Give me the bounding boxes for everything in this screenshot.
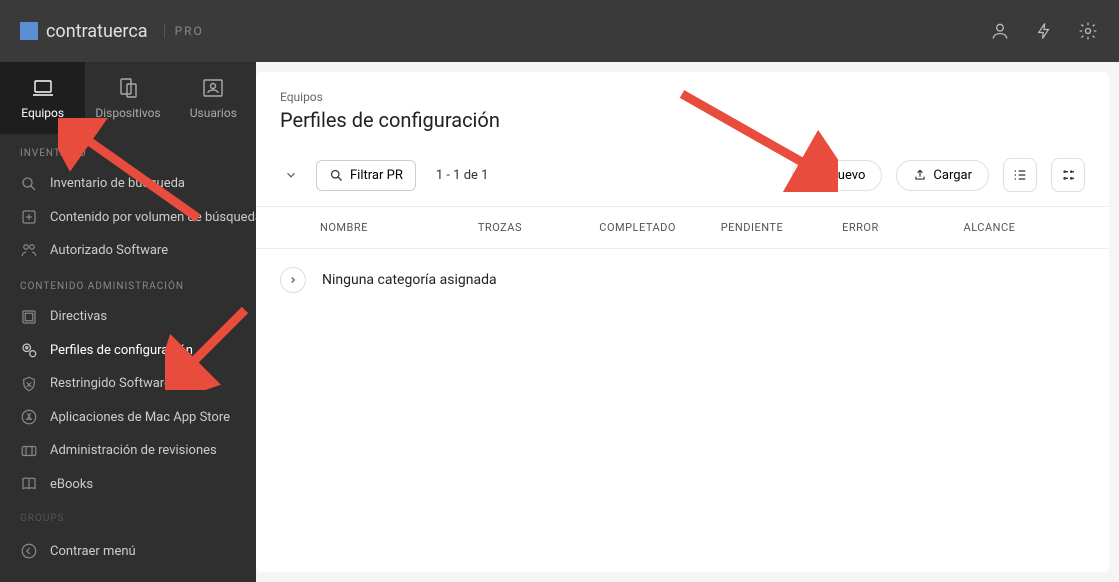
sidebar-tabs: Equipos Dispositivos Usuarios — [0, 62, 256, 134]
nav-label: Perfiles de configuración — [50, 343, 193, 358]
upload-button[interactable]: Cargar — [896, 160, 989, 191]
col-trozas[interactable]: TROZAS — [478, 221, 599, 234]
sidebar-item-contenido-volumen[interactable]: Contenido por volumen de búsqueda — [0, 200, 256, 233]
tab-label: Dispositivos — [95, 106, 160, 120]
nav-label: eBooks — [50, 477, 93, 492]
nav-label: Directivas — [50, 309, 107, 324]
grid-view-toggle[interactable] — [1051, 158, 1085, 192]
tab-usuarios[interactable]: Usuarios — [171, 62, 256, 134]
lightning-icon[interactable] — [1033, 20, 1055, 42]
sidebar-item-perfiles-configuracion[interactable]: Perfiles de configuración — [0, 334, 256, 367]
users-icon — [201, 76, 225, 100]
nav-label: Administración de revisiones — [50, 443, 217, 458]
section-header-inventario: INVENTARIO — [0, 134, 256, 167]
sidebar-item-restringido-software[interactable]: Restringido Software — [0, 367, 256, 400]
col-alcance[interactable]: ALCANCE — [964, 221, 1085, 234]
devices-icon — [116, 76, 140, 100]
nav-label: Autorizado Software — [50, 243, 168, 258]
sidebar-item-autorizado-software[interactable]: Autorizado Software — [0, 234, 256, 267]
col-completado[interactable]: COMPLETADO — [599, 221, 720, 234]
patch-icon — [20, 442, 38, 460]
brand: contratuerca PRO — [20, 21, 204, 42]
filter-label: Filtrar PR — [350, 168, 403, 183]
filter-button[interactable]: Filtrar PR — [316, 160, 416, 191]
nav-label: Restringido Software — [50, 376, 171, 391]
laptop-icon — [31, 76, 55, 100]
plus-icon — [809, 168, 823, 182]
topbar-actions — [989, 20, 1099, 42]
section-header-groups: GROUPS — [0, 501, 256, 528]
collapse-label: Contraer menú — [50, 544, 136, 559]
expand-category-button[interactable] — [280, 267, 306, 293]
upload-icon — [913, 168, 927, 182]
upload-label: Cargar — [933, 168, 972, 183]
search-icon — [329, 168, 344, 183]
package-icon — [20, 208, 38, 226]
sidebar-item-revisiones[interactable]: Administración de revisiones — [0, 434, 256, 467]
sidebar: Equipos Dispositivos Usuarios INVENTARIO… — [0, 62, 256, 582]
new-label: Nuevo — [829, 168, 866, 183]
table-header: NOMBRE TROZAS COMPLETADO PENDIENTE ERROR… — [256, 207, 1109, 249]
collapse-icon — [20, 542, 38, 560]
tab-dispositivos[interactable]: Dispositivos — [85, 62, 170, 134]
tab-label: Equipos — [21, 106, 64, 120]
breadcrumb[interactable]: Equipos — [256, 72, 1109, 108]
appstore-icon — [20, 408, 38, 426]
list-view-toggle[interactable] — [1003, 158, 1037, 192]
col-nombre[interactable]: NOMBRE — [280, 221, 478, 234]
nav-label: Aplicaciones de Mac App Store — [50, 410, 230, 425]
book-icon — [20, 475, 38, 493]
col-pendiente[interactable]: PENDIENTE — [721, 221, 842, 234]
top-bar: contratuerca PRO — [0, 0, 1119, 62]
gear-icon[interactable] — [1077, 20, 1099, 42]
category-label: Ninguna categoría asignada — [322, 272, 497, 288]
search-icon — [20, 175, 38, 193]
brand-name: contratuerca — [46, 21, 148, 42]
main-panel: Equipos Perfiles de configuración Filtra… — [256, 72, 1109, 572]
tab-equipos[interactable]: Equipos — [0, 62, 85, 134]
sidebar-item-directivas[interactable]: Directivas — [0, 300, 256, 333]
col-error[interactable]: ERROR — [842, 221, 963, 234]
sidebar-item-inventario-busqueda[interactable]: Inventario de búsqueda — [0, 167, 256, 200]
authorized-icon — [20, 241, 38, 259]
expand-all-toggle[interactable] — [280, 164, 302, 186]
policy-icon — [20, 308, 38, 326]
brand-logo-icon — [20, 22, 38, 40]
tab-label: Usuarios — [190, 106, 237, 120]
user-icon[interactable] — [989, 20, 1011, 42]
shield-x-icon — [20, 375, 38, 393]
section-header-contenido: CONTENIDO ADMINISTRACIÓN — [0, 267, 256, 300]
sidebar-item-ebooks[interactable]: eBooks — [0, 468, 256, 501]
page-title: Perfiles de configuración — [256, 108, 1109, 150]
brand-tier: PRO — [164, 24, 204, 38]
category-row: Ninguna categoría asignada — [256, 249, 1109, 311]
toolbar: Filtrar PR 1 - 1 de 1 Nuevo Cargar — [256, 150, 1109, 207]
sidebar-item-mac-app-store[interactable]: Aplicaciones de Mac App Store — [0, 401, 256, 434]
result-count: 1 - 1 de 1 — [436, 168, 489, 183]
nav-label: Contenido por volumen de búsqueda — [50, 210, 256, 225]
collapse-menu[interactable]: Contraer menú — [0, 528, 256, 582]
nav-label: Inventario de búsqueda — [50, 176, 185, 191]
config-gear-icon — [20, 341, 38, 359]
new-button[interactable]: Nuevo — [792, 160, 883, 191]
